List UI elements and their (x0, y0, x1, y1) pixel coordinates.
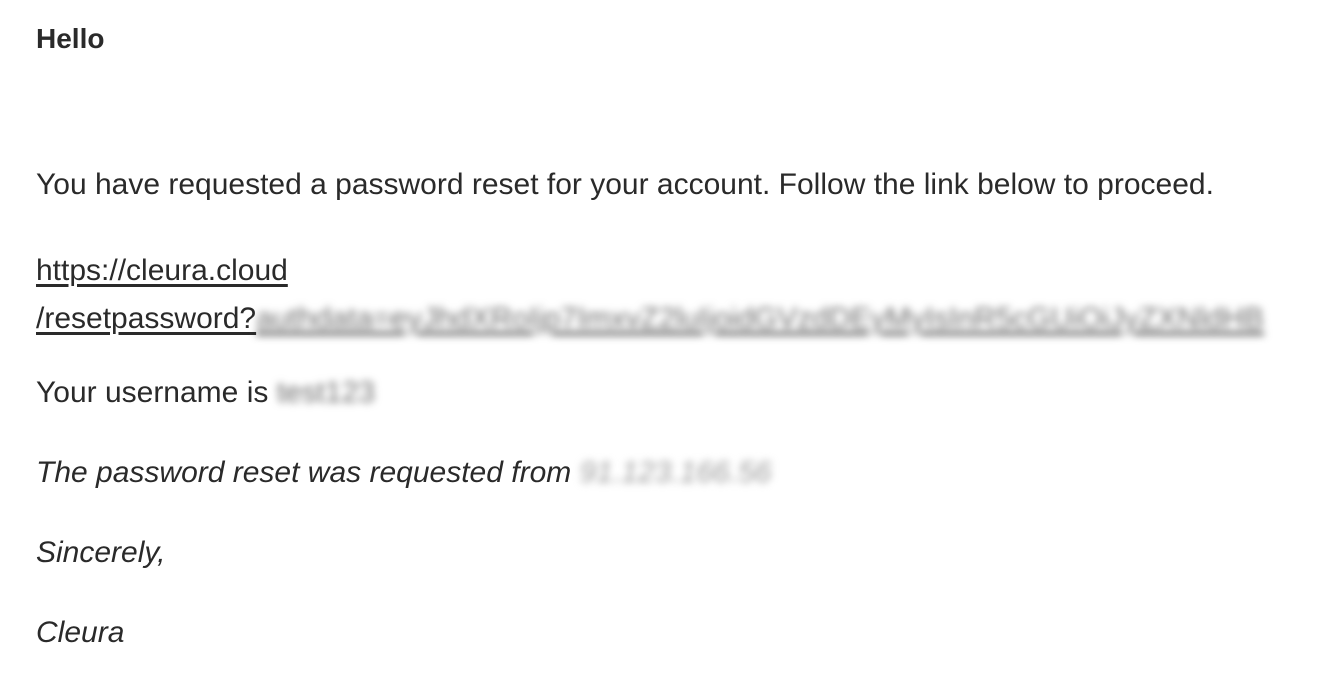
username-label: Your username is (36, 376, 277, 409)
reset-link-token-redacted: authdata=eyJhdXRoIjp7ImxvZ2luIjoidGVzdDE… (256, 302, 1264, 335)
request-ip-redacted: 91.123.166.56 (579, 456, 772, 489)
email-intro-text: You have requested a password reset for … (36, 168, 1214, 201)
email-closing: Sincerely, (36, 536, 166, 569)
username-line: Your username is test123 (36, 375, 375, 411)
request-ip-label: The password reset was requested from (36, 456, 580, 489)
email-signature: Cleura (36, 616, 125, 649)
request-ip-line: The password reset was requested from 91… (36, 455, 771, 491)
reset-password-link-block: https://cleura.cloud /resetpassword?auth… (36, 247, 1264, 343)
reset-link-line-1: https://cleura.cloud (36, 254, 288, 287)
reset-link-line-2: /resetpassword?authdata=eyJhdXRoIjp7Imxv… (36, 295, 1264, 343)
reset-link-path: /resetpassword? (36, 302, 257, 335)
reset-password-link[interactable]: https://cleura.cloud /resetpassword?auth… (36, 247, 1264, 343)
email-greeting: Hello (36, 23, 105, 54)
username-redacted: test123 (276, 376, 376, 409)
email-body: Hello You have requested a password rese… (36, 0, 1344, 676)
